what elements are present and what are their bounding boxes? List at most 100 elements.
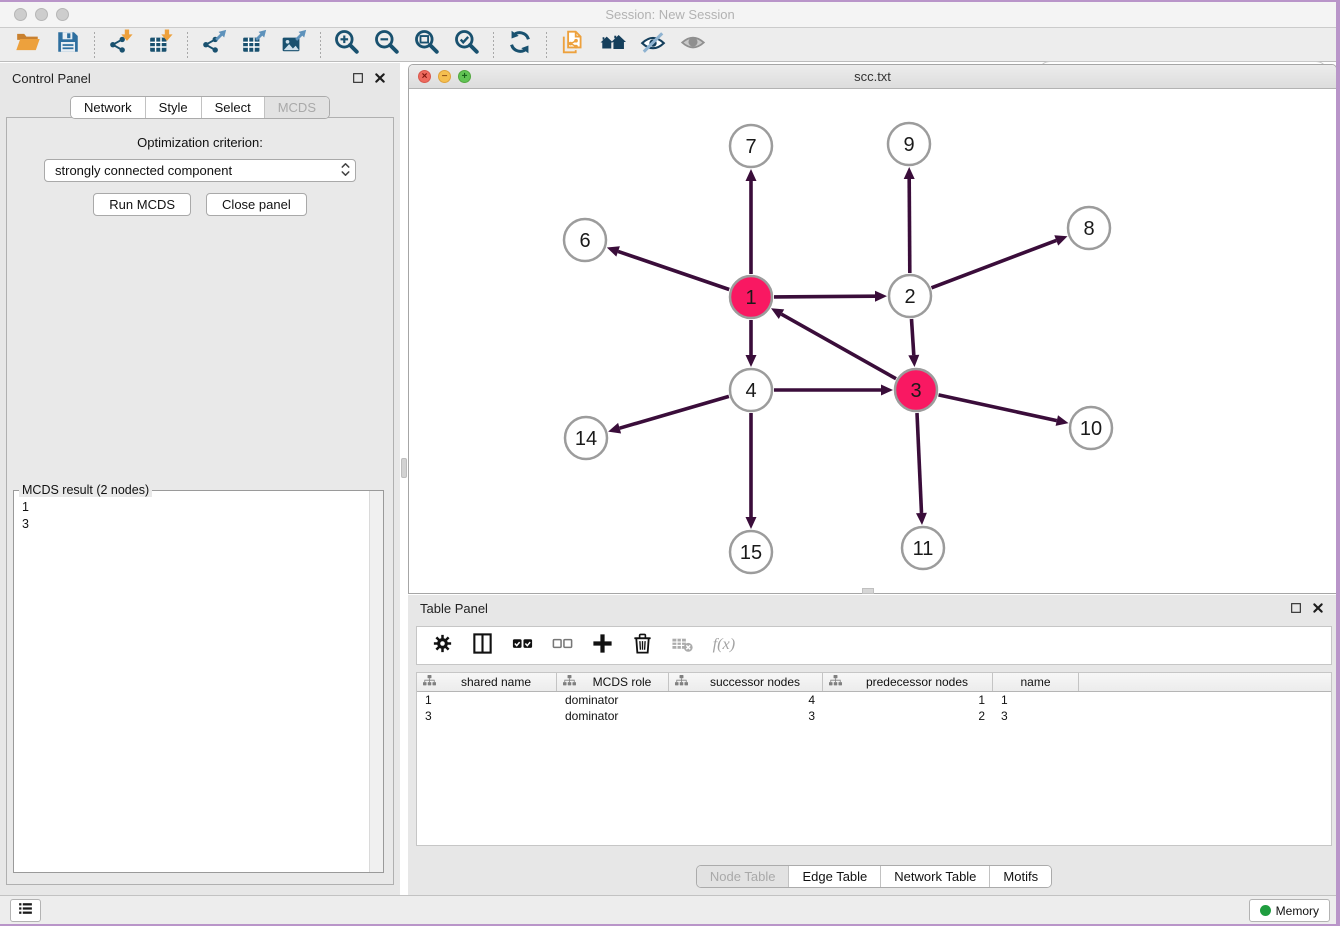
save-session-icon [55, 29, 81, 60]
zoom-selected-button[interactable] [447, 31, 487, 59]
graph-node-11[interactable]: 11 [902, 527, 944, 569]
graph-node-15[interactable]: 15 [730, 531, 772, 573]
show-all-columns-button[interactable] [511, 632, 534, 660]
svg-text:10: 10 [1080, 418, 1102, 440]
graph-edge-3-10[interactable] [939, 395, 1069, 426]
column-header-shared-name[interactable]: shared name [417, 673, 557, 691]
clone-network-button[interactable] [553, 31, 593, 59]
memory-button[interactable]: Memory [1249, 899, 1330, 922]
column-settings-button[interactable] [431, 632, 454, 660]
home-button[interactable] [593, 31, 633, 59]
hide-selected-button[interactable] [633, 31, 673, 59]
graph-node-1[interactable]: 1 [730, 276, 772, 318]
column-header-mcds-role[interactable]: MCDS role [557, 673, 669, 691]
column-header-name[interactable]: name [993, 673, 1079, 691]
network-window-titlebar[interactable]: ×−+ scc.txt [409, 65, 1336, 89]
graph-node-6[interactable]: 6 [564, 219, 606, 261]
graph-edge-2-9[interactable] [904, 167, 915, 273]
tab-network-table[interactable]: Network Table [880, 866, 989, 887]
function-builder-button: f(x) [711, 632, 741, 660]
show-all-button[interactable] [673, 31, 713, 59]
criterion-dropdown[interactable]: strongly connected component [44, 159, 356, 182]
add-column-button[interactable] [591, 632, 614, 660]
run-mcds-button[interactable]: Run MCDS [93, 193, 191, 216]
minimize-frame-icon[interactable]: − [438, 70, 451, 83]
column-header-label: successor nodes [691, 675, 819, 689]
tab-edge-table[interactable]: Edge Table [788, 866, 880, 887]
graph-node-14[interactable]: 14 [565, 417, 607, 459]
horizontal-splitter-handle[interactable] [862, 588, 874, 594]
close-panel-button[interactable]: Close panel [206, 193, 307, 216]
close-window-icon[interactable] [14, 8, 27, 21]
graph-edge-1-7[interactable] [746, 169, 757, 274]
window-border-right [1336, 0, 1340, 926]
tab-select[interactable]: Select [201, 97, 264, 118]
import-table-button[interactable] [141, 31, 181, 59]
column-header-label: shared name [439, 675, 553, 689]
close-frame-icon[interactable]: × [418, 70, 431, 83]
task-history-button[interactable] [10, 899, 41, 922]
zoom-out-button[interactable] [367, 31, 407, 59]
delete-table-button [671, 632, 694, 660]
graph-node-4[interactable]: 4 [730, 369, 772, 411]
zoom-frame-icon[interactable]: + [458, 70, 471, 83]
import-network-button[interactable] [101, 31, 141, 59]
zoom-in-button[interactable] [327, 31, 367, 59]
control-panel-tab-group: NetworkStyleSelectMCDS [70, 96, 330, 119]
save-session-button[interactable] [48, 31, 88, 59]
close-table-panel-icon[interactable] [1309, 600, 1326, 617]
table-row[interactable]: 1dominator411 [417, 692, 1331, 708]
graph-node-7[interactable]: 7 [730, 125, 772, 167]
refresh-layout-icon [507, 29, 533, 60]
graph-edge-1-2[interactable] [774, 291, 887, 302]
zoom-fit-button[interactable] [407, 31, 447, 59]
export-table-button[interactable] [234, 31, 274, 59]
graph-edge-3-11[interactable] [916, 413, 927, 525]
graph-edge-4-3[interactable] [774, 385, 893, 396]
refresh-layout-button[interactable] [500, 31, 540, 59]
tab-style[interactable]: Style [145, 97, 201, 118]
graph-edge-2-8[interactable] [932, 235, 1068, 287]
zoom-in-icon [334, 29, 360, 60]
graph-edge-4-15[interactable] [746, 413, 757, 529]
svg-text:3: 3 [910, 380, 921, 402]
column-header-successor-nodes[interactable]: successor nodes [669, 673, 823, 691]
graph-node-8[interactable]: 8 [1068, 207, 1110, 249]
export-image-button[interactable] [274, 31, 314, 59]
column-header-label: name [996, 675, 1075, 689]
mcds-result-line: 3 [22, 516, 383, 533]
graph-edge-2-3[interactable] [908, 319, 919, 367]
tab-mcds[interactable]: MCDS [264, 97, 329, 118]
table-row[interactable]: 3dominator323 [417, 708, 1331, 724]
mcds-result-title: MCDS result (2 nodes) [19, 483, 152, 497]
graph-edge-1-6[interactable] [607, 246, 729, 289]
close-panel-icon[interactable] [371, 70, 388, 87]
float-panel-icon[interactable] [349, 70, 366, 87]
graph-node-3[interactable]: 3 [895, 369, 937, 411]
delete-column-button[interactable] [631, 632, 654, 660]
graph-node-2[interactable]: 2 [889, 275, 931, 317]
hide-all-columns-button[interactable] [551, 632, 574, 660]
graph-edge-3-1[interactable] [771, 308, 896, 378]
graph-node-9[interactable]: 9 [888, 123, 930, 165]
zoom-window-icon[interactable] [56, 8, 69, 21]
tab-motifs[interactable]: Motifs [989, 866, 1051, 887]
export-image-icon [281, 29, 307, 60]
result-scrollbar[interactable] [369, 491, 383, 872]
graph-node-10[interactable]: 10 [1070, 407, 1112, 449]
graph-edge-1-4[interactable] [746, 320, 757, 367]
open-file-button[interactable] [8, 31, 48, 59]
export-network-button[interactable] [194, 31, 234, 59]
float-table-panel-icon[interactable] [1287, 600, 1304, 617]
tab-network[interactable]: Network [71, 97, 145, 118]
column-header-predecessor-nodes[interactable]: predecessor nodes [823, 673, 993, 691]
minimize-window-icon[interactable] [35, 8, 48, 21]
split-columns-button[interactable] [471, 632, 494, 660]
graph-edge-4-14[interactable] [608, 396, 729, 433]
cell-successor-nodes: 4 [669, 693, 823, 707]
network-window: ×−+ scc.txt 7 9 6 8 1 2 4 3 14 10 15 11 [408, 64, 1337, 594]
network-canvas-svg[interactable]: 7 9 6 8 1 2 4 3 14 10 15 11 [409, 89, 1336, 593]
tab-node-table[interactable]: Node Table [697, 866, 789, 887]
vertical-splitter-handle[interactable] [401, 458, 407, 478]
show-all-icon [680, 29, 706, 60]
